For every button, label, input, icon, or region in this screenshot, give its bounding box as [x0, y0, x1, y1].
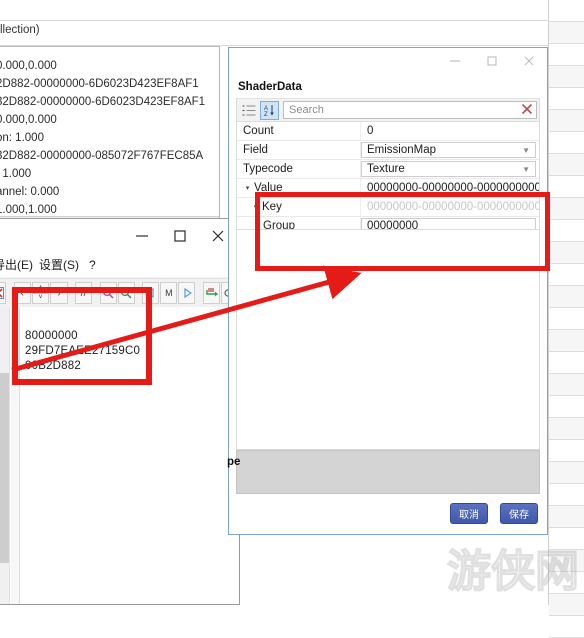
property-value-combo[interactable]: EmissionMap ▼ — [361, 142, 536, 158]
combo-value: EmissionMap — [367, 144, 437, 156]
maximize-icon[interactable] — [161, 223, 199, 249]
list-item: on: 1.000 — [0, 132, 44, 144]
background-list-row — [549, 154, 584, 176]
shaderdata-dialog: ShaderData A Z Search Count 0 Field Emis… — [227, 47, 548, 535]
background-divider — [0, 20, 584, 21]
background-right-list — [548, 0, 584, 638]
background-list-row — [549, 264, 584, 286]
background-list-row — [549, 176, 584, 198]
close-icon[interactable] — [510, 49, 547, 73]
property-grid-toolbar[interactable]: A Z Search — [236, 99, 540, 122]
step-forward-icon[interactable] — [178, 282, 196, 304]
list-item: 32D882-00000000-085072F767FEC85A — [0, 150, 204, 162]
background-list-row — [549, 22, 584, 44]
left-properties-list[interactable]: 0.000,0.000 2D882-00000000-6D6023D423EF8… — [0, 55, 217, 217]
dialog-titlebar[interactable] — [229, 48, 547, 74]
property-description-title: pe — [227, 456, 241, 468]
alphabetical-sort-icon[interactable]: A Z — [260, 100, 279, 120]
menu-item-export[interactable]: 导出(E) — [0, 256, 33, 274]
background-list-row — [549, 374, 584, 396]
left-properties-window: 0.000,0.000 2D882-00000000-6D6023D423EF8… — [0, 46, 220, 228]
background-list-row — [549, 88, 584, 110]
background-list-row — [549, 396, 584, 418]
background-list-row — [549, 616, 584, 638]
background-list-row — [549, 506, 584, 528]
property-label: Typecode — [237, 160, 361, 178]
cancel-button[interactable]: 取消 — [450, 502, 488, 524]
watermark-text: 游侠网 — [447, 546, 579, 597]
highlight-box-hex — [12, 287, 152, 385]
chevron-down-icon[interactable]: ▼ — [522, 146, 535, 155]
page-title: ShaderData — [238, 80, 302, 93]
list-item: 32D882-00000000-6D6023D423EF8AF1 — [0, 96, 206, 108]
collapse-triangle-icon[interactable]: ▾ — [243, 184, 252, 192]
menu-item-settings[interactable]: 设置(S) — [39, 256, 79, 274]
background-list-row — [549, 0, 584, 22]
toolbar-separator — [196, 282, 202, 304]
categorized-sort-icon[interactable] — [239, 101, 258, 120]
background-list-row — [549, 286, 584, 308]
background-list-row — [549, 66, 584, 88]
property-value[interactable]: 0 — [361, 122, 539, 140]
property-value-combo[interactable]: Texture ▼ — [361, 161, 536, 177]
background-list-row — [549, 132, 584, 154]
dialog-header: ShaderData — [236, 75, 540, 99]
search-placeholder: Search — [289, 104, 324, 116]
list-item: 0.000,0.000 — [0, 60, 57, 72]
highlight-box-properties — [255, 192, 550, 271]
undo-arrow-icon[interactable] — [202, 282, 221, 304]
property-description-panel: pe — [227, 450, 540, 494]
table-row[interactable]: Field EmissionMap ▼ — [237, 141, 539, 160]
maximize-icon[interactable] — [473, 49, 510, 73]
clear-x-icon[interactable] — [518, 103, 536, 117]
watermark: 游侠网 — [443, 540, 583, 602]
list-item: : 1.000 — [0, 168, 32, 180]
list-item: annel: 0.000 — [0, 186, 60, 198]
list-item: 1.000,1.000 — [0, 204, 57, 216]
background-list-row — [549, 220, 584, 242]
table-row[interactable]: Typecode Texture ▼ — [237, 160, 539, 179]
background-list-row — [549, 440, 584, 462]
background-list-row — [549, 462, 584, 484]
background-list-row — [549, 330, 584, 352]
property-label: Count — [237, 122, 361, 140]
list-item: 0.000,0.000 — [0, 114, 57, 126]
background-list-row — [549, 198, 584, 220]
background-list-row — [549, 352, 584, 374]
hex-vertical-scrollbar[interactable] — [0, 307, 10, 604]
combo-value: Texture — [367, 163, 405, 175]
background-list-row — [549, 484, 584, 506]
background-top-window: llection) — [0, 0, 584, 46]
background-list-row — [549, 110, 584, 132]
mark-button[interactable]: M — [160, 282, 178, 304]
background-top-label: llection) — [0, 24, 40, 36]
background-list-row — [549, 44, 584, 66]
property-label: Field — [237, 141, 361, 159]
dialog-button-bar: 取消 保存 — [438, 496, 538, 530]
minimize-icon[interactable] — [436, 49, 473, 73]
scrollbar-thumb[interactable] — [0, 373, 9, 563]
background-list-row — [549, 418, 584, 440]
hex-window-menubar[interactable]: 导出(E) 设置(S) ? — [0, 253, 239, 277]
delete-red-x-icon[interactable] — [0, 282, 7, 304]
minimize-icon[interactable] — [123, 223, 161, 249]
search-input[interactable]: Search — [283, 101, 537, 119]
background-list-row — [549, 242, 584, 264]
hex-editor-window: 导出(E) 设置(S) ? ‹ ˄ ˅ › // M — [0, 218, 240, 605]
background-list-row — [549, 308, 584, 330]
menu-item-help[interactable]: ? — [89, 256, 96, 274]
list-item: 2D882-00000000-6D6023D423EF8AF1 — [0, 78, 199, 90]
chevron-down-icon[interactable]: ▼ — [522, 165, 535, 174]
hex-window-titlebar[interactable] — [0, 219, 239, 253]
svg-text:Z: Z — [264, 112, 268, 117]
table-row[interactable]: Count 0 — [237, 122, 539, 141]
save-button[interactable]: 保存 — [500, 502, 538, 524]
